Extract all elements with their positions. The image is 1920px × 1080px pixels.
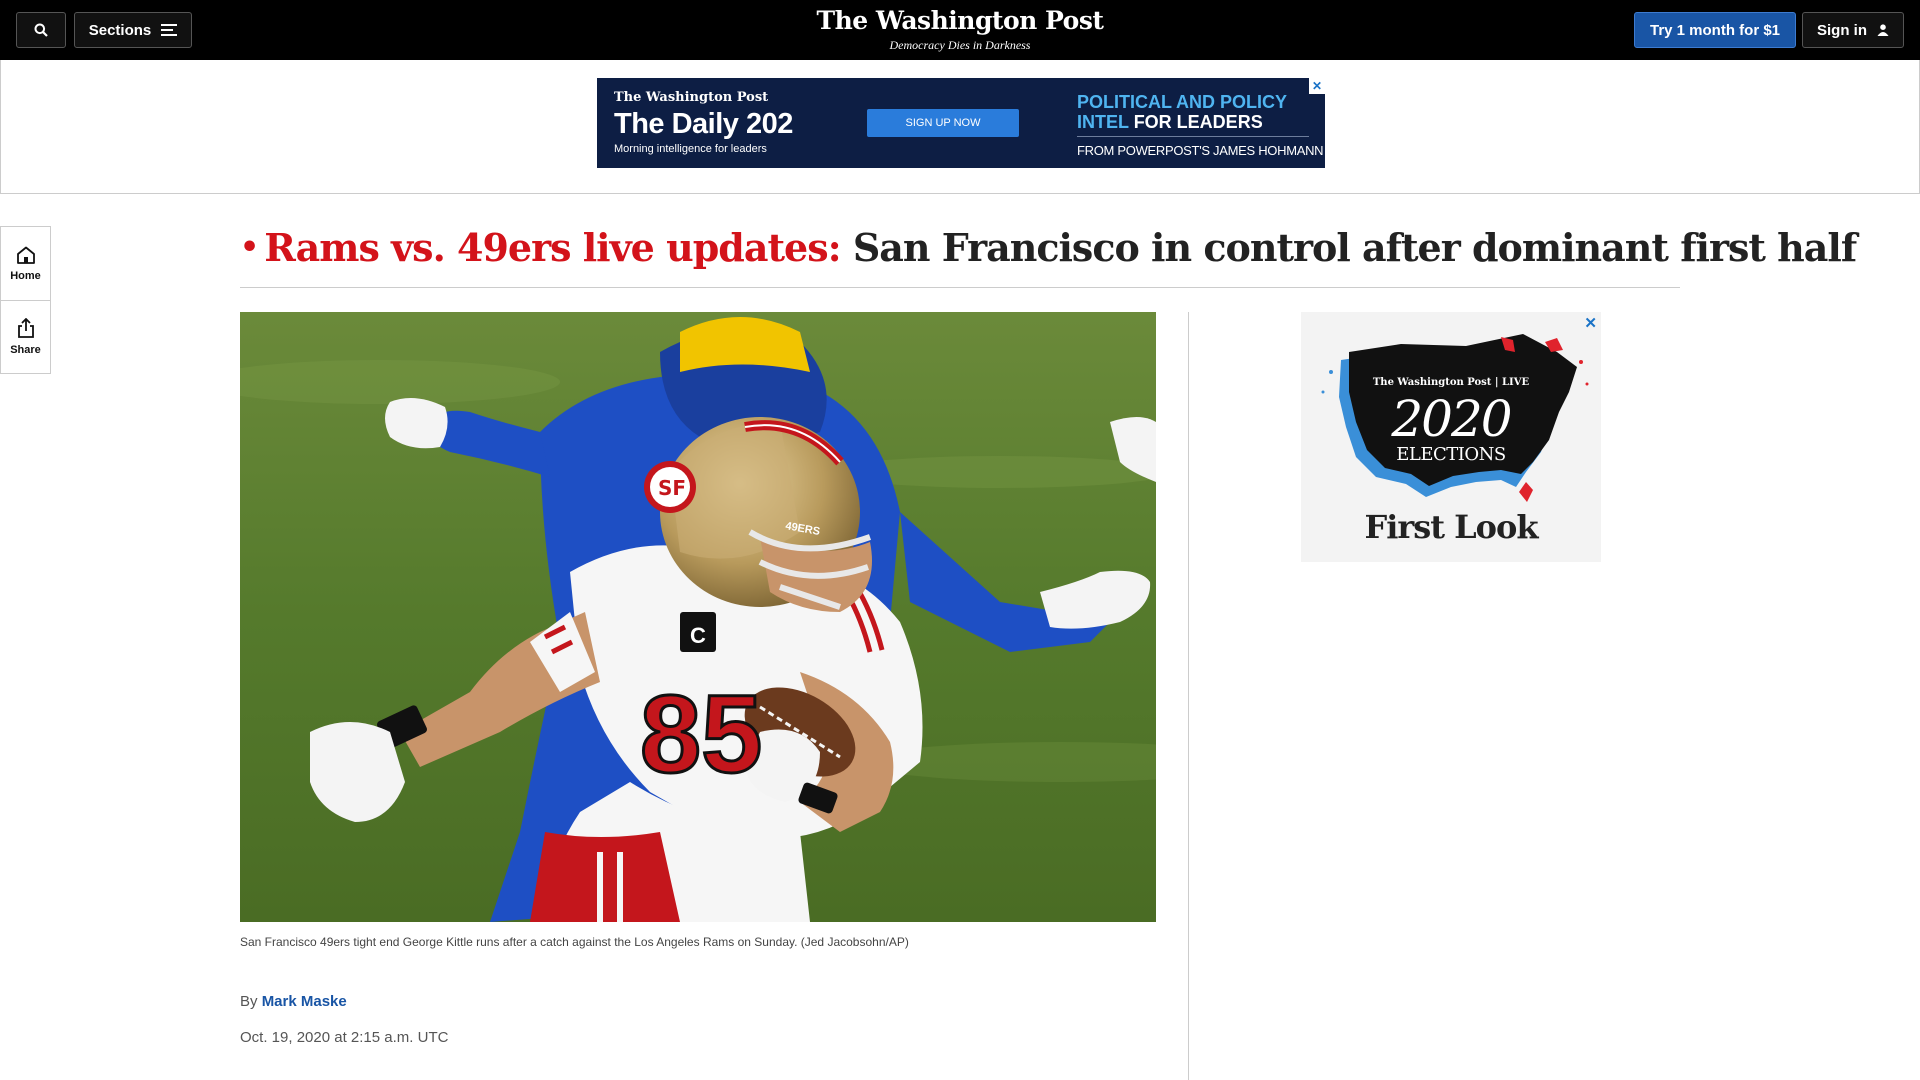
share-icon xyxy=(17,318,34,338)
sections-button[interactable]: Sections xyxy=(74,12,192,48)
football-photo-illustration: 85 C SF 49ERS xyxy=(240,312,1156,922)
home-icon xyxy=(16,246,35,264)
ad-logo: The Washington Post xyxy=(614,90,769,105)
live-dot-icon: • xyxy=(240,230,259,265)
rail-share-button[interactable]: Share xyxy=(1,300,50,373)
headline-text: San Francisco in control after dominant … xyxy=(852,225,1857,270)
ad-year: 2020 xyxy=(1391,390,1512,448)
ad-from: FROM POWERPOST'S JAMES HOHMANN xyxy=(1077,143,1324,158)
jersey-number: 85 xyxy=(640,673,762,796)
left-rail: Home Share xyxy=(0,226,51,374)
rail-home-button[interactable]: Home xyxy=(1,227,50,300)
site-tagline: Democracy Dies in Darkness xyxy=(889,38,1031,52)
ad-elections: ELECTIONS xyxy=(1396,444,1506,465)
ad-first-look: First Look xyxy=(1364,508,1538,546)
photo-caption: San Francisco 49ers tight end George Kit… xyxy=(240,935,909,949)
headline-kicker: Rams vs. 49ers live updates: xyxy=(264,225,841,270)
masthead[interactable]: The Washington Post Democracy Dies in Da… xyxy=(760,6,1160,53)
column-divider xyxy=(1188,312,1189,1080)
headline-divider xyxy=(240,287,1680,288)
top-ad-band: The Washington Post The Daily 202 Mornin… xyxy=(0,60,1920,194)
sign-in-button[interactable]: Sign in xyxy=(1802,12,1904,48)
top-nav-bar: Sections The Washington Post Democracy D… xyxy=(0,0,1920,60)
publish-date: Oct. 19, 2020 at 2:15 a.m. UTC xyxy=(240,1029,449,1046)
user-icon xyxy=(1877,24,1889,36)
captain-patch-letter: C xyxy=(690,623,706,648)
byline: By Mark Maske xyxy=(240,993,347,1010)
ad-pitch-leaders: FOR LEADERS xyxy=(1133,112,1263,132)
author-link[interactable]: Mark Maske xyxy=(262,993,347,1010)
site-logo[interactable]: The Washington Post xyxy=(760,6,1160,35)
ad-pitch-intel: INTEL xyxy=(1077,112,1129,132)
rail-share-label: Share xyxy=(10,344,41,356)
sign-in-label: Sign in xyxy=(1817,21,1867,39)
sections-label: Sections xyxy=(88,21,152,39)
ad-title: The Daily 202 xyxy=(614,108,793,140)
search-button[interactable] xyxy=(16,12,66,48)
article-headline: • Rams vs. 49ers live updates: San Franci… xyxy=(240,222,1857,274)
ad-divider xyxy=(1077,136,1309,137)
elections-ad[interactable]: ✕ The Washington Post | LIVE 2020 ELECTI… xyxy=(1301,312,1601,562)
ad-signup-button[interactable]: SIGN UP NOW xyxy=(867,109,1019,137)
ad-pitch: POLITICAL AND POLICY INTEL FOR LEADERS xyxy=(1077,92,1317,132)
ad-brand: The Washington Post | LIVE xyxy=(1372,377,1530,388)
ad-close-icon[interactable]: ✕ xyxy=(1309,78,1325,94)
ad-close-icon-2[interactable]: ✕ xyxy=(1584,314,1597,332)
svg-text:SF: SF xyxy=(658,476,686,500)
search-icon xyxy=(34,23,48,37)
byline-prefix: By xyxy=(240,993,258,1010)
rail-home-label: Home xyxy=(10,269,41,282)
ad-subtitle: Morning intelligence for leaders xyxy=(614,143,767,155)
subscribe-button[interactable]: Try 1 month for $1 xyxy=(1634,12,1796,48)
hero-photo[interactable]: 85 C SF 49ERS xyxy=(240,312,1156,922)
ad-pitch-line1: POLITICAL AND POLICY xyxy=(1077,92,1288,112)
daily-202-ad[interactable]: The Washington Post The Daily 202 Mornin… xyxy=(597,78,1325,168)
menu-icon xyxy=(161,24,178,36)
